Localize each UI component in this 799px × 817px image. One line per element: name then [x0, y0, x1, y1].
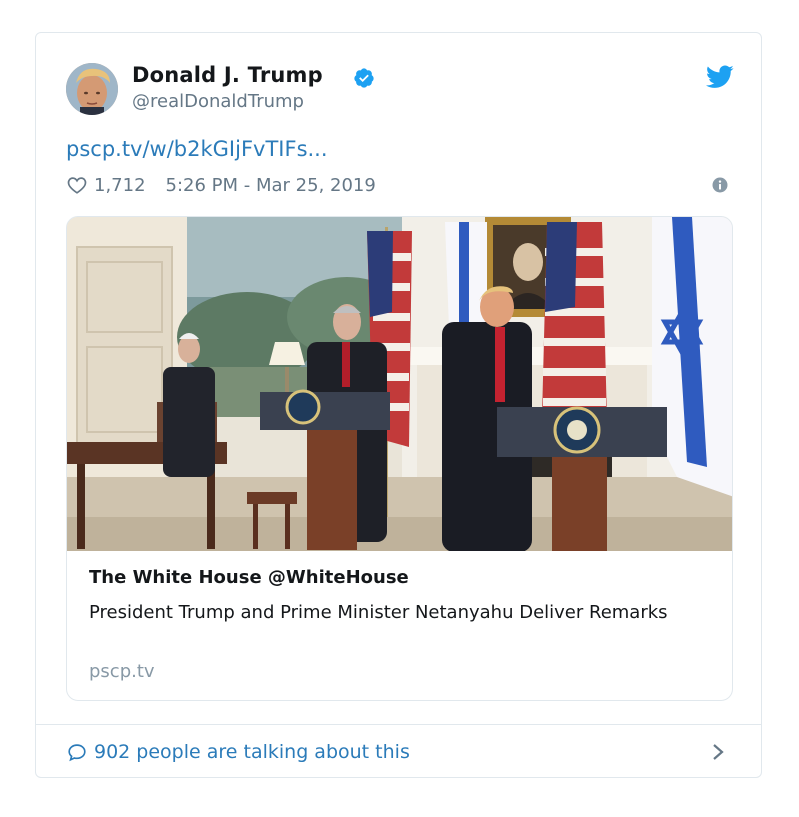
speech-bubble-icon	[68, 744, 86, 762]
heart-icon[interactable]	[66, 174, 88, 196]
avatar-image	[66, 63, 118, 115]
tweet-meta: 1,712 5:26 PM - Mar 25, 2019	[66, 173, 376, 197]
verified-badge-icon	[354, 68, 374, 88]
chevron-right-icon[interactable]	[711, 742, 725, 762]
tweet-link[interactable]: pscp.tv/w/b2kGIjFvTIFs...	[66, 137, 328, 161]
info-icon[interactable]	[712, 177, 728, 193]
link-preview-card[interactable]: The White House @WhiteHouse President Tr…	[66, 216, 733, 701]
twitter-bird-icon[interactable]	[706, 65, 734, 89]
author-name[interactable]: Donald J. Trump	[132, 63, 323, 87]
card-description: President Trump and Prime Minister Netan…	[89, 602, 668, 623]
tweet-embed-card: Donald J. Trump @realDonaldTrump pscp.tv…	[35, 32, 762, 778]
conversation-link[interactable]: 902 people are talking about this	[66, 739, 410, 765]
author-handle[interactable]: @realDonaldTrump	[132, 91, 304, 112]
preview-image	[67, 217, 732, 551]
like-count[interactable]: 1,712	[94, 175, 146, 196]
card-title: The White House @WhiteHouse	[89, 567, 409, 588]
card-domain: pscp.tv	[89, 661, 155, 682]
divider	[36, 724, 761, 725]
talking-count[interactable]: 902 people are talking about this	[94, 741, 410, 763]
tweet-timestamp[interactable]: 5:26 PM - Mar 25, 2019	[166, 175, 376, 196]
avatar[interactable]	[66, 63, 118, 115]
